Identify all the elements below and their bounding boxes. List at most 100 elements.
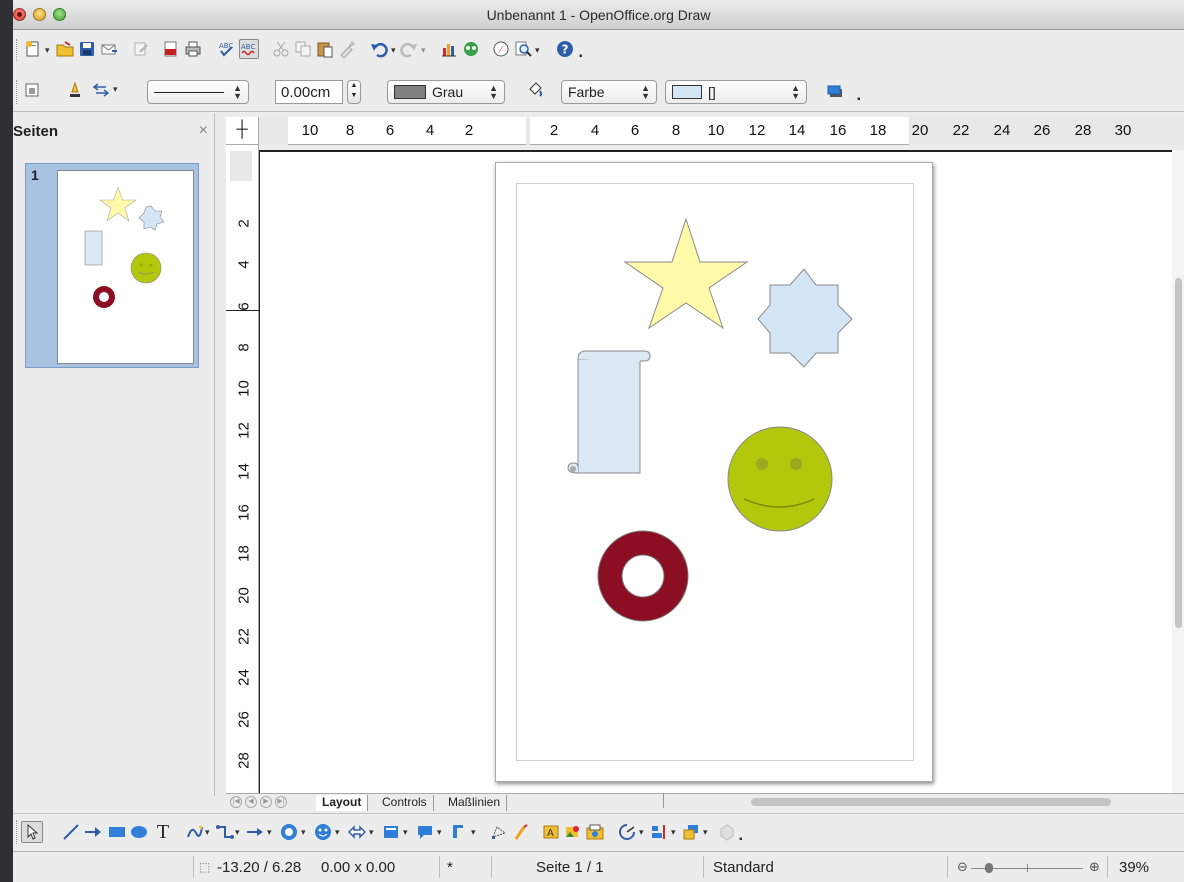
chevron-down-icon[interactable]: ▾ <box>301 827 306 838</box>
autospellcheck-icon[interactable]: ABC <box>239 39 259 59</box>
block-arrows-icon[interactable] <box>347 822 367 842</box>
zoom-level[interactable]: 39% <box>1119 859 1149 876</box>
octagram-shape[interactable] <box>757 268 853 368</box>
arrow-style-icon[interactable] <box>91 80 111 100</box>
text-tool-icon[interactable]: T <box>153 821 173 843</box>
tab-layout[interactable]: Layout <box>316 795 369 811</box>
insert-image-icon[interactable] <box>563 822 583 842</box>
chevron-down-icon[interactable]: ▾ <box>671 827 676 838</box>
tab-dimension-lines[interactable]: Maßlinien <box>442 795 508 811</box>
symbol-shapes-icon[interactable] <box>313 822 333 842</box>
chevron-down-icon[interactable]: ▾ <box>639 827 644 838</box>
ring-shape[interactable] <box>597 530 689 622</box>
open-folder-icon[interactable] <box>55 39 75 59</box>
vertical-ruler[interactable]: 2 4 6 8 10 12 14 16 18 20 22 24 26 28 <box>226 145 259 793</box>
close-panel-icon[interactable]: × <box>199 122 208 140</box>
select-pointer-icon[interactable] <box>21 821 43 843</box>
chevron-down-icon[interactable]: ▾ <box>471 827 476 838</box>
zoom-icon[interactable] <box>513 39 533 59</box>
gallery-icon[interactable] <box>585 822 605 842</box>
horizontal-ruler[interactable]: 10 8 6 4 2 2 4 6 8 10 12 14 16 18 20 22 24 26 28 30 <box>226 117 1184 145</box>
zoom-out-icon[interactable]: ⊖ <box>957 859 968 875</box>
fontwork-gallery-icon[interactable]: A <box>541 822 561 842</box>
line-width-stepper[interactable]: ▲ ▼ <box>347 80 361 104</box>
lines-arrows-icon[interactable] <box>245 822 265 842</box>
basic-shapes-icon[interactable] <box>279 822 299 842</box>
line-width-field[interactable]: 0.00cm <box>275 80 343 104</box>
chevron-down-icon[interactable]: ▾ <box>703 827 708 838</box>
stars-icon[interactable] <box>449 822 469 842</box>
clone-formatting-icon[interactable] <box>337 39 357 59</box>
save-icon[interactable] <box>77 39 97 59</box>
hide-toolbar-icon[interactable] <box>23 80 43 100</box>
fontwork-icon[interactable] <box>461 39 481 59</box>
page-thumbnail[interactable] <box>57 170 194 364</box>
area-fill-icon[interactable] <box>525 80 545 100</box>
line-tool-icon[interactable] <box>61 822 81 842</box>
chevron-down-icon[interactable]: ▾ <box>403 827 408 838</box>
alignment-icon[interactable] <box>649 822 669 842</box>
spellcheck-icon[interactable]: ABC <box>217 39 237 59</box>
star-shape[interactable] <box>623 217 749 330</box>
edit-file-icon[interactable] <box>131 39 151 59</box>
area-fill-select[interactable]: [] ▲ ▼ <box>665 80 807 104</box>
tab-controls[interactable]: Controls <box>376 795 434 811</box>
modified-indicator[interactable]: * <box>447 859 453 876</box>
next-tab-button[interactable]: ▶ <box>260 796 272 808</box>
callouts-icon[interactable] <box>415 822 435 842</box>
line-color-select[interactable]: Grau ▲ ▼ <box>387 80 505 104</box>
toolbar-overflow-icon[interactable]: ▪ <box>857 94 861 105</box>
toolbar-overflow-icon[interactable]: ▪ <box>739 834 743 845</box>
toolbar-overflow-icon[interactable]: ▪ <box>579 51 583 62</box>
smiley-shape[interactable] <box>727 426 833 532</box>
chevron-down-icon[interactable]: ▾ <box>335 827 340 838</box>
print-icon[interactable] <box>183 39 203 59</box>
help-icon[interactable]: ? <box>555 39 575 59</box>
horizontal-scrollbar-thumb[interactable] <box>751 798 1111 806</box>
chevron-down-icon[interactable]: ▾ <box>235 827 240 838</box>
ellipse-icon[interactable] <box>129 822 149 842</box>
copy-icon[interactable] <box>293 39 313 59</box>
page-thumbnail-selected[interactable]: 1 <box>25 163 199 368</box>
effects-icon[interactable] <box>617 822 637 842</box>
toolbar-grip[interactable] <box>16 820 19 844</box>
scrollbar-thumb[interactable] <box>1175 278 1182 628</box>
prev-tab-button[interactable]: ◀ <box>245 796 257 808</box>
chevron-down-icon[interactable]: ▾ <box>267 827 272 838</box>
points-icon[interactable] <box>489 822 509 842</box>
flowchart-icon[interactable] <box>381 822 401 842</box>
chevron-down-icon[interactable]: ▾ <box>45 45 50 56</box>
line-icon[interactable] <box>65 80 85 100</box>
arrow-line-icon[interactable] <box>83 822 103 842</box>
chart-icon[interactable] <box>439 39 459 59</box>
toolbar-grip[interactable] <box>16 80 19 104</box>
vertical-scrollbar[interactable] <box>1172 150 1184 793</box>
area-style-select[interactable]: Farbe ▲ ▼ <box>561 80 657 104</box>
chevron-down-icon[interactable]: ▾ <box>369 827 374 838</box>
shadow-icon[interactable] <box>825 81 845 101</box>
new-document-icon[interactable] <box>23 39 43 59</box>
paste-icon[interactable] <box>315 39 335 59</box>
zoom-slider-handle[interactable] <box>985 863 993 873</box>
line-style-select[interactable]: ▲ ▼ <box>147 80 249 104</box>
redo-icon[interactable] <box>399 39 419 59</box>
drawing-page[interactable] <box>495 162 933 782</box>
first-tab-button[interactable]: |◀ <box>230 796 242 808</box>
email-icon[interactable] <box>99 39 119 59</box>
scroll-shape[interactable] <box>567 350 651 474</box>
export-pdf-icon[interactable] <box>161 39 181 59</box>
arrange-icon[interactable] <box>681 822 701 842</box>
zoom-in-icon[interactable]: ⊕ <box>1089 859 1100 875</box>
chevron-down-icon[interactable]: ▾ <box>391 45 396 56</box>
navigator-icon[interactable] <box>491 39 511 59</box>
chevron-down-icon[interactable]: ▾ <box>205 827 210 838</box>
toolbar-grip[interactable] <box>16 39 19 61</box>
chevron-down-icon[interactable]: ▾ <box>535 45 540 56</box>
undo-icon[interactable] <box>369 39 389 59</box>
extrusion-icon[interactable] <box>717 822 737 842</box>
chevron-down-icon[interactable]: ▾ <box>437 827 442 838</box>
connector-icon[interactable] <box>215 822 235 842</box>
curve-icon[interactable] <box>185 822 205 842</box>
cut-icon[interactable] <box>271 39 291 59</box>
last-tab-button[interactable]: ▶| <box>275 796 287 808</box>
